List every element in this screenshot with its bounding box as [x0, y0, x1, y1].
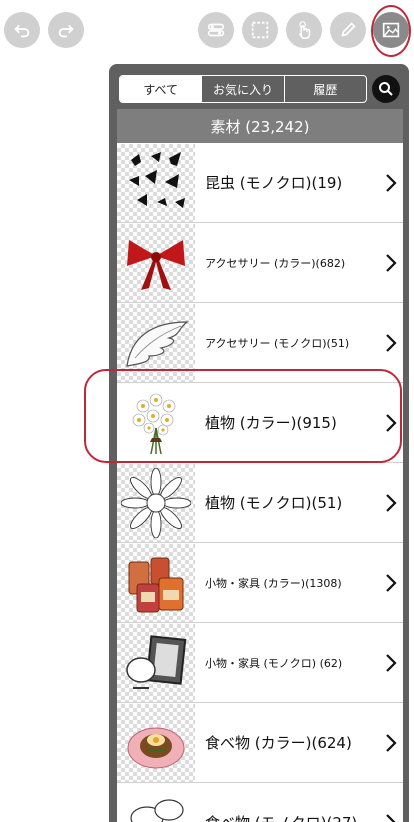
- list-item-label: 小物・家具 (カラー)(1308): [205, 576, 342, 590]
- list-item[interactable]: 昆虫 (モノクロ)(19): [117, 143, 403, 223]
- list-item[interactable]: 食べ物 (カラー)(624): [117, 703, 403, 783]
- chevron-right-icon: [379, 732, 403, 754]
- lemon-sketch-thumbnail: [117, 783, 195, 822]
- tab-bar: すべて お気に入り 履歴: [119, 75, 367, 103]
- image-material-button[interactable]: [373, 12, 409, 48]
- chevron-right-icon: [379, 252, 403, 274]
- list-item[interactable]: 小物・家具 (モノクロ) (62): [117, 623, 403, 703]
- list-item-label: アクセサリー (モノクロ)(51): [205, 336, 350, 350]
- list-item[interactable]: アクセサリー (モノクロ)(51): [117, 303, 403, 383]
- list-item-label: 食べ物 (カラー)(624): [205, 734, 352, 752]
- tab-all[interactable]: すべて: [120, 76, 202, 102]
- flower-mono-thumbnail: [117, 463, 195, 542]
- redo-button[interactable]: [48, 12, 84, 48]
- list-item-label: 植物 (カラー)(915): [205, 414, 337, 432]
- material-panel: すべて お気に入り 履歴 素材 (23,242) 昆虫 (モノクロ)(19) ア: [109, 64, 409, 822]
- panel-header: 素材 (23,242): [117, 109, 403, 143]
- tab-favorites[interactable]: お気に入り: [201, 76, 283, 102]
- list-item[interactable]: 小物・家具 (カラー)(1308): [117, 543, 403, 623]
- image-material-icon: [382, 22, 400, 38]
- wing-thumbnail: [117, 303, 195, 382]
- material-list: 昆虫 (モノクロ)(19) アクセサリー (カラー)(682) アクセサリー (…: [117, 143, 403, 822]
- list-item[interactable]: アクセサリー (カラー)(682): [117, 223, 403, 303]
- pen-icon: [341, 22, 356, 37]
- chevron-right-icon: [379, 572, 403, 594]
- list-item[interactable]: 食べ物 (モノクロ)(27): [117, 783, 403, 822]
- list-item[interactable]: 植物 (カラー)(915): [117, 383, 403, 463]
- list-item-label: 食べ物 (モノクロ)(27): [195, 812, 379, 822]
- chevron-right-icon: [379, 172, 403, 194]
- chevron-right-icon: [379, 412, 403, 434]
- list-item[interactable]: 植物 (モノクロ)(51): [117, 463, 403, 543]
- search-button[interactable]: [372, 75, 400, 103]
- chevron-right-icon: [379, 332, 403, 354]
- pen-button[interactable]: [330, 12, 366, 48]
- food-plate-thumbnail: [117, 703, 195, 782]
- layers-toggle-icon: [207, 23, 225, 37]
- undo-button[interactable]: [4, 12, 40, 48]
- hand-touch-button[interactable]: [286, 12, 322, 48]
- tab-history[interactable]: 履歴: [283, 76, 366, 102]
- search-icon: [379, 82, 393, 96]
- candles-thumbnail: [117, 543, 195, 622]
- chevron-right-icon: [379, 652, 403, 674]
- selection-button[interactable]: [242, 12, 278, 48]
- undo-icon: [14, 24, 30, 38]
- layers-toggle-button[interactable]: [198, 12, 234, 48]
- list-item-label: 昆虫 (モノクロ)(19): [205, 174, 343, 192]
- list-item-label: 小物・家具 (モノクロ) (62): [205, 656, 343, 670]
- hand-touch-icon: [298, 21, 311, 39]
- frames-thumbnail: [117, 623, 195, 702]
- butterfly-thumbnail: [117, 143, 195, 222]
- chevron-right-icon: [379, 492, 403, 514]
- red-bow-thumbnail: [117, 223, 195, 302]
- selection-icon: [251, 21, 269, 39]
- daisy-bouquet-thumbnail: [117, 383, 195, 462]
- list-item-label: アクセサリー (カラー)(682): [205, 256, 346, 270]
- redo-icon: [58, 24, 74, 38]
- chevron-right-icon: [379, 812, 403, 822]
- list-item-label: 植物 (モノクロ)(51): [205, 494, 343, 512]
